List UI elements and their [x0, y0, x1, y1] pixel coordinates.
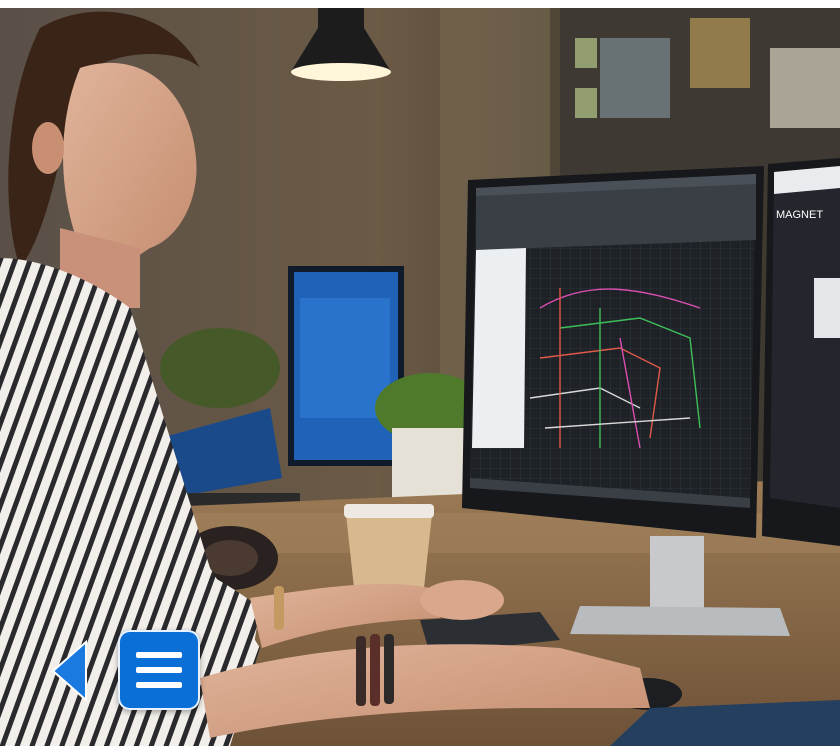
hamburger-menu-icon — [136, 652, 182, 658]
back-button[interactable] — [50, 640, 90, 702]
menu-button[interactable] — [118, 630, 200, 710]
hamburger-menu-icon-bar — [136, 682, 182, 688]
hamburger-menu-icon-bar — [136, 667, 182, 673]
screen-brand-text: MAGNET — [776, 209, 823, 221]
triangle-left-icon — [51, 640, 87, 702]
